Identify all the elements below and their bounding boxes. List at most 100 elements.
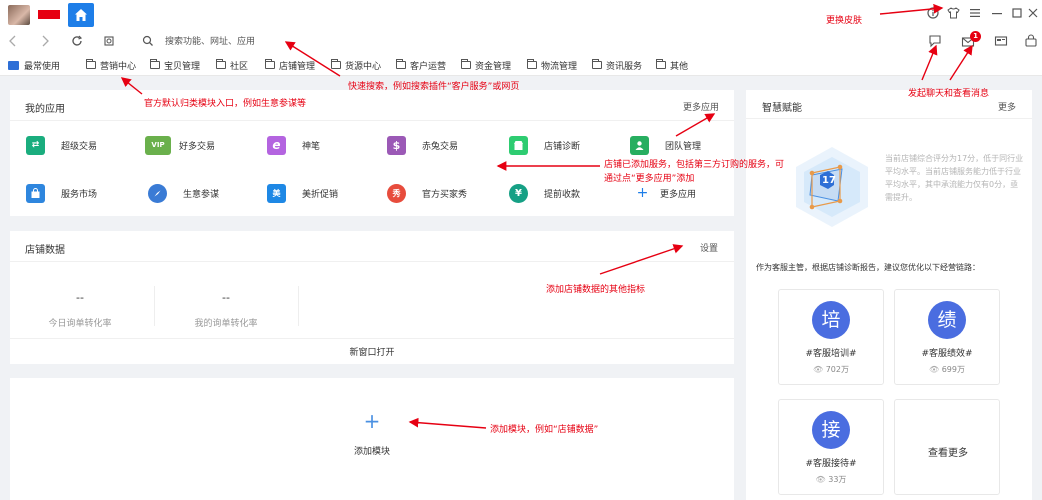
metric-my-conversion: -- 我的询单转化率 xyxy=(156,291,296,329)
see-more-label: 查看更多 xyxy=(928,448,968,459)
bookmark-frequent[interactable]: 最常使用 xyxy=(8,58,60,72)
divider xyxy=(298,286,299,326)
bookmark-community[interactable]: 社区 xyxy=(216,58,248,72)
tile-views: 👁 33万 xyxy=(779,474,883,485)
bookmark-sourcing[interactable]: 货源中心 xyxy=(331,58,381,72)
chat-icon[interactable] xyxy=(928,34,944,50)
bookmark-store[interactable]: 店铺管理 xyxy=(265,58,315,72)
views-count: 699万 xyxy=(941,365,965,374)
annotation-line: 通过点“更多应用”添加 xyxy=(604,174,695,184)
app-shenbi[interactable]: e 神笔 xyxy=(267,135,320,155)
app-label: 赤兔交易 xyxy=(422,141,459,152)
app-meizhe-promo[interactable]: 美 美折促销 xyxy=(267,183,338,203)
bag-icon[interactable] xyxy=(1024,34,1040,50)
bookmark-label: 其他 xyxy=(670,61,689,72)
star-folder-icon xyxy=(8,60,19,70)
app-chitu-trade[interactable]: $ 赤兔交易 xyxy=(387,135,458,155)
folder-icon xyxy=(86,59,96,69)
annotation-chat: 发起聊天和查看消息 xyxy=(908,89,990,99)
bookmark-bar: 最常使用 营销中心 宝贝管理 社区 店铺管理 货源中心 客户运营 资金管理 物流… xyxy=(0,54,1042,76)
bookmark-news[interactable]: 资讯服务 xyxy=(592,58,642,72)
tile-service-performance[interactable]: 绩 #客服绩效# 👁 699万 xyxy=(894,289,1000,385)
bookmark-label: 客户运营 xyxy=(410,61,447,72)
info-icon[interactable] xyxy=(926,7,940,21)
search-icon xyxy=(142,35,156,49)
app-business-advisor[interactable]: 生意参谋 xyxy=(148,183,219,203)
annotation-line: 店铺已添加服务，包括第三方订购的服务，可 xyxy=(604,160,785,170)
bookmark-logistics[interactable]: 物流管理 xyxy=(527,58,577,72)
smart-more-link[interactable]: 更多 xyxy=(998,100,1016,113)
show-icon: 秀 xyxy=(387,183,406,203)
eye-icon: 👁 xyxy=(929,365,940,374)
money-bag-icon: $ xyxy=(387,135,406,155)
bookmark-marketing[interactable]: 营销中心 xyxy=(86,58,136,72)
tile-service-training[interactable]: 培 #客服培训# 👁 702万 xyxy=(778,289,884,385)
back-icon[interactable] xyxy=(6,35,20,49)
tile-views: 👁 699万 xyxy=(895,364,999,375)
annotation-search: 快速搜索，例如搜索插件“客户服务”或网页 xyxy=(348,82,520,92)
bookmark-finance[interactable]: 资金管理 xyxy=(461,58,511,72)
bookmark-products[interactable]: 宝贝管理 xyxy=(150,58,200,72)
compass-icon xyxy=(148,183,167,203)
tile-service-reception[interactable]: 接 #客服接待# 👁 33万 xyxy=(778,399,884,495)
app-label: 团队管理 xyxy=(665,141,702,152)
bookmark-label: 店铺管理 xyxy=(279,61,316,72)
forward-icon[interactable] xyxy=(38,35,52,49)
refresh-icon[interactable] xyxy=(70,35,84,49)
store-data-settings-link[interactable]: 设置 xyxy=(700,241,718,254)
close-icon[interactable] xyxy=(1026,7,1040,21)
app-buyer-show[interactable]: 秀 官方买家秀 xyxy=(387,183,467,203)
add-module-label[interactable]: 添加模块 xyxy=(330,444,414,457)
app-label: 更多应用 xyxy=(660,189,697,200)
app-more-apps[interactable]: + 更多应用 xyxy=(633,183,696,203)
plus-icon: + xyxy=(636,185,649,201)
skin-icon[interactable] xyxy=(946,7,960,21)
search-input[interactable] xyxy=(165,36,465,48)
folder-icon xyxy=(461,59,471,69)
folder-icon xyxy=(150,59,160,69)
folder-icon xyxy=(331,59,341,69)
receipt-icon: ¥ xyxy=(509,183,528,203)
app-haoduo-trade[interactable]: VIP 好多交易 xyxy=(145,135,215,155)
folder-icon xyxy=(265,59,275,69)
metric-today-conversion: -- 今日询单转化率 xyxy=(10,291,150,329)
more-apps-link[interactable]: 更多应用 xyxy=(683,100,719,113)
app-early-payment[interactable]: ¥ 提前收款 xyxy=(509,183,580,203)
bag-icon xyxy=(26,183,45,203)
annotation-add-module: 添加模块，例如“店铺数据” xyxy=(490,425,599,435)
app-label: 官方买家秀 xyxy=(422,189,468,200)
smart-advice: 作为客服主管，根据店铺诊断报告，建议您优化以下经营链路： xyxy=(756,263,980,272)
maximize-icon[interactable] xyxy=(1010,7,1024,21)
open-new-window-link[interactable]: 新窗口打开 xyxy=(10,345,734,358)
metric-value: -- xyxy=(222,291,230,304)
bookmark-customer[interactable]: 客户运营 xyxy=(396,58,446,72)
app-team-management[interactable]: 团队管理 xyxy=(630,135,701,155)
minimize-icon[interactable] xyxy=(990,7,1004,21)
add-module-plus-icon[interactable]: + xyxy=(360,410,384,434)
screenshot-icon[interactable] xyxy=(102,35,116,49)
store-data-title: 店铺数据 xyxy=(25,245,65,256)
bookmark-other[interactable]: 其他 xyxy=(656,58,688,72)
username-redacted xyxy=(38,10,60,19)
eye-icon: 👁 xyxy=(815,475,826,484)
tile-views: 👁 702万 xyxy=(779,364,883,375)
avatar[interactable] xyxy=(8,5,30,25)
tile-icon: 接 xyxy=(812,411,850,449)
bookmark-label: 资金管理 xyxy=(475,61,512,72)
bookmark-label: 货源中心 xyxy=(345,61,382,72)
my-apps-title: 我的应用 xyxy=(25,104,65,115)
home-button[interactable] xyxy=(68,3,94,27)
app-label: 服务市场 xyxy=(61,189,98,200)
score-value: 17 xyxy=(822,175,836,186)
app-label: 提前收款 xyxy=(544,189,581,200)
menu-icon[interactable] xyxy=(968,7,982,21)
shop-icon xyxy=(509,135,528,155)
app-service-market[interactable]: 服务市场 xyxy=(26,183,97,203)
bookmark-label: 物流管理 xyxy=(541,61,578,72)
app-store-diagnosis[interactable]: 店铺诊断 xyxy=(509,135,580,155)
folder-icon xyxy=(592,59,602,69)
tile-see-more[interactable]: 查看更多 xyxy=(894,399,1000,495)
app-super-trade[interactable]: ⇄ 超级交易 xyxy=(26,135,97,155)
card-icon[interactable] xyxy=(994,34,1010,50)
folder-icon xyxy=(396,59,406,69)
